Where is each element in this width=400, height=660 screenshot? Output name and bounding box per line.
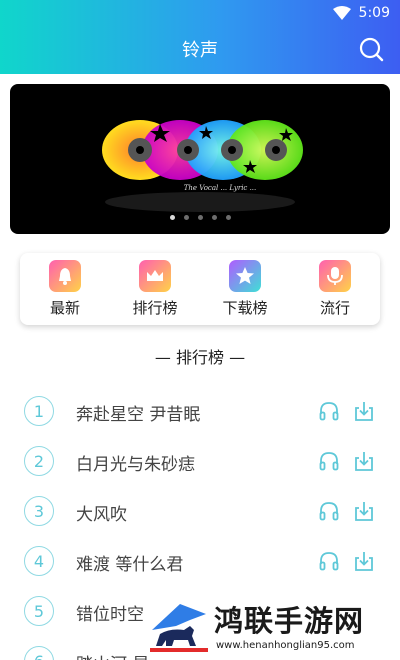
carousel-dot[interactable]	[183, 215, 189, 220]
song-name: 大风吹	[76, 505, 127, 525]
list-item[interactable]: 1 奔赴星空 尹昔眠	[0, 385, 400, 435]
search-icon[interactable]	[358, 36, 384, 62]
category-popular[interactable]: 流行	[300, 260, 370, 318]
rank-badge: 5	[24, 596, 54, 626]
category-bar: 最新 排行榜 下载榜 流行	[20, 253, 380, 325]
list-item[interactable]: 2 白月光与朱砂痣	[0, 435, 400, 485]
status-time: 5:09	[358, 5, 390, 21]
headphones-icon[interactable]	[318, 550, 340, 572]
download-icon[interactable]	[353, 450, 375, 472]
category-label: 下载榜	[222, 299, 268, 317]
song-name: 难渡 等什么君	[76, 555, 184, 575]
status-bar: 5:09	[332, 4, 390, 22]
watermark: 鸿联手游网 www.henanhonglian95.com	[150, 598, 400, 660]
site-logo	[150, 604, 208, 652]
microphone-icon	[319, 260, 351, 292]
category-label: 流行	[319, 299, 350, 317]
banner-image: The Vocal ... Lyric ...	[102, 120, 303, 212]
download-icon[interactable]	[353, 550, 375, 572]
banner-carousel[interactable]: The Vocal ... Lyric ...	[10, 84, 390, 234]
top-bar: 5:09 铃声	[0, 0, 400, 74]
download-icon[interactable]	[353, 400, 375, 422]
rank-badge: 4	[24, 546, 54, 576]
wifi-icon	[332, 6, 351, 20]
category-ranking[interactable]: 排行榜	[120, 260, 190, 318]
rank-badge: 1	[24, 396, 54, 426]
rank-badge: 3	[24, 496, 54, 526]
carousel-indicator	[10, 215, 390, 220]
category-label: 排行榜	[132, 299, 178, 317]
bell-icon	[49, 260, 81, 292]
headphones-icon[interactable]	[318, 500, 340, 522]
banner-caption: The Vocal ... Lyric ...	[184, 184, 257, 192]
star-icon	[229, 260, 261, 292]
carousel-dot[interactable]	[197, 215, 203, 220]
carousel-dot[interactable]	[225, 215, 231, 220]
crown-icon	[139, 260, 171, 292]
section-title: — 排行榜 —	[154, 348, 246, 367]
category-label: 最新	[49, 299, 80, 317]
list-item[interactable]: 4 难渡 等什么君	[0, 535, 400, 585]
headphones-icon[interactable]	[318, 400, 340, 422]
rank-badge: 2	[24, 446, 54, 476]
rank-badge: 6	[24, 646, 54, 660]
page-title: 铃声	[182, 40, 218, 61]
carousel-dot[interactable]	[169, 215, 175, 220]
list-item[interactable]: 3 大风吹	[0, 485, 400, 535]
watermark-url: www.henanhonglian95.com	[216, 640, 355, 651]
song-name: 白月光与朱砂痣	[76, 455, 195, 475]
song-name: 奔赴星空 尹昔眠	[76, 405, 201, 425]
carousel-dot[interactable]	[211, 215, 217, 220]
download-icon[interactable]	[353, 500, 375, 522]
headphones-icon[interactable]	[318, 450, 340, 472]
song-name: 错位时空	[76, 605, 144, 625]
watermark-name: 鸿联手游网	[214, 604, 365, 638]
category-latest[interactable]: 最新	[30, 260, 100, 318]
song-name: 踏山河 是	[76, 650, 149, 660]
category-downloads[interactable]: 下载榜	[210, 260, 280, 318]
